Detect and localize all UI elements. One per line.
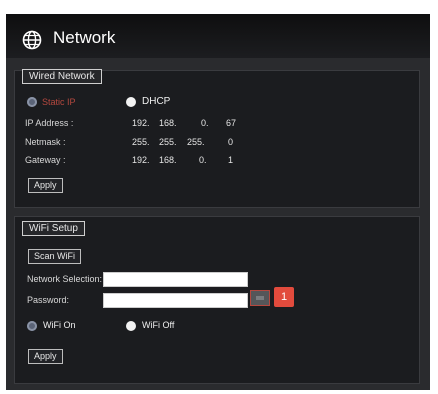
gateway-label: Gateway :: [25, 155, 66, 165]
netmask-octet-4[interactable]: 0: [228, 137, 233, 148]
callout-badge: 1: [274, 287, 294, 307]
globe-icon: [22, 30, 42, 50]
wired-network-section: [14, 70, 420, 208]
page-title: Network: [53, 28, 116, 47]
netmask-octet-3[interactable]: 255.: [187, 137, 205, 148]
gateway-octet-1[interactable]: 192.: [132, 155, 150, 166]
gateway-octet-3[interactable]: 0.: [199, 155, 207, 166]
network-selection-input[interactable]: [103, 272, 248, 287]
wifi-on-label: WiFi On: [43, 320, 76, 330]
ip-octet-1[interactable]: 192.: [132, 118, 150, 129]
ip-address-label: IP Address :: [25, 118, 74, 128]
static-ip-radio[interactable]: [27, 97, 37, 107]
show-password-toggle[interactable]: [250, 290, 270, 306]
netmask-octet-2[interactable]: 255.: [159, 137, 177, 148]
dhcp-radio[interactable]: [126, 97, 136, 107]
scan-wifi-button[interactable]: Scan WiFi: [28, 249, 82, 264]
wifi-on-radio[interactable]: [27, 321, 37, 331]
dhcp-label: DHCP: [142, 96, 171, 107]
password-label: Password:: [27, 295, 70, 305]
gateway-octet-2[interactable]: 168.: [159, 155, 177, 166]
wired-apply-button[interactable]: Apply: [28, 178, 63, 193]
wifi-off-label: WiFi Off: [142, 320, 175, 330]
wired-network-legend: Wired Network: [22, 69, 102, 84]
ip-octet-3[interactable]: 0.: [201, 118, 209, 129]
wifi-off-radio[interactable]: [126, 321, 136, 331]
netmask-label: Netmask :: [25, 137, 66, 147]
wifi-apply-button[interactable]: Apply: [28, 349, 63, 364]
network-selection-label: Network Selection:: [27, 274, 103, 284]
password-input[interactable]: [103, 293, 248, 308]
static-ip-label: Static IP: [42, 97, 76, 107]
wifi-setup-legend: WiFi Setup: [22, 221, 85, 236]
netmask-octet-1[interactable]: 255.: [132, 137, 150, 148]
ip-octet-2[interactable]: 168.: [159, 118, 177, 129]
ip-octet-4[interactable]: 67: [226, 118, 236, 129]
gateway-octet-4[interactable]: 1: [228, 155, 233, 166]
